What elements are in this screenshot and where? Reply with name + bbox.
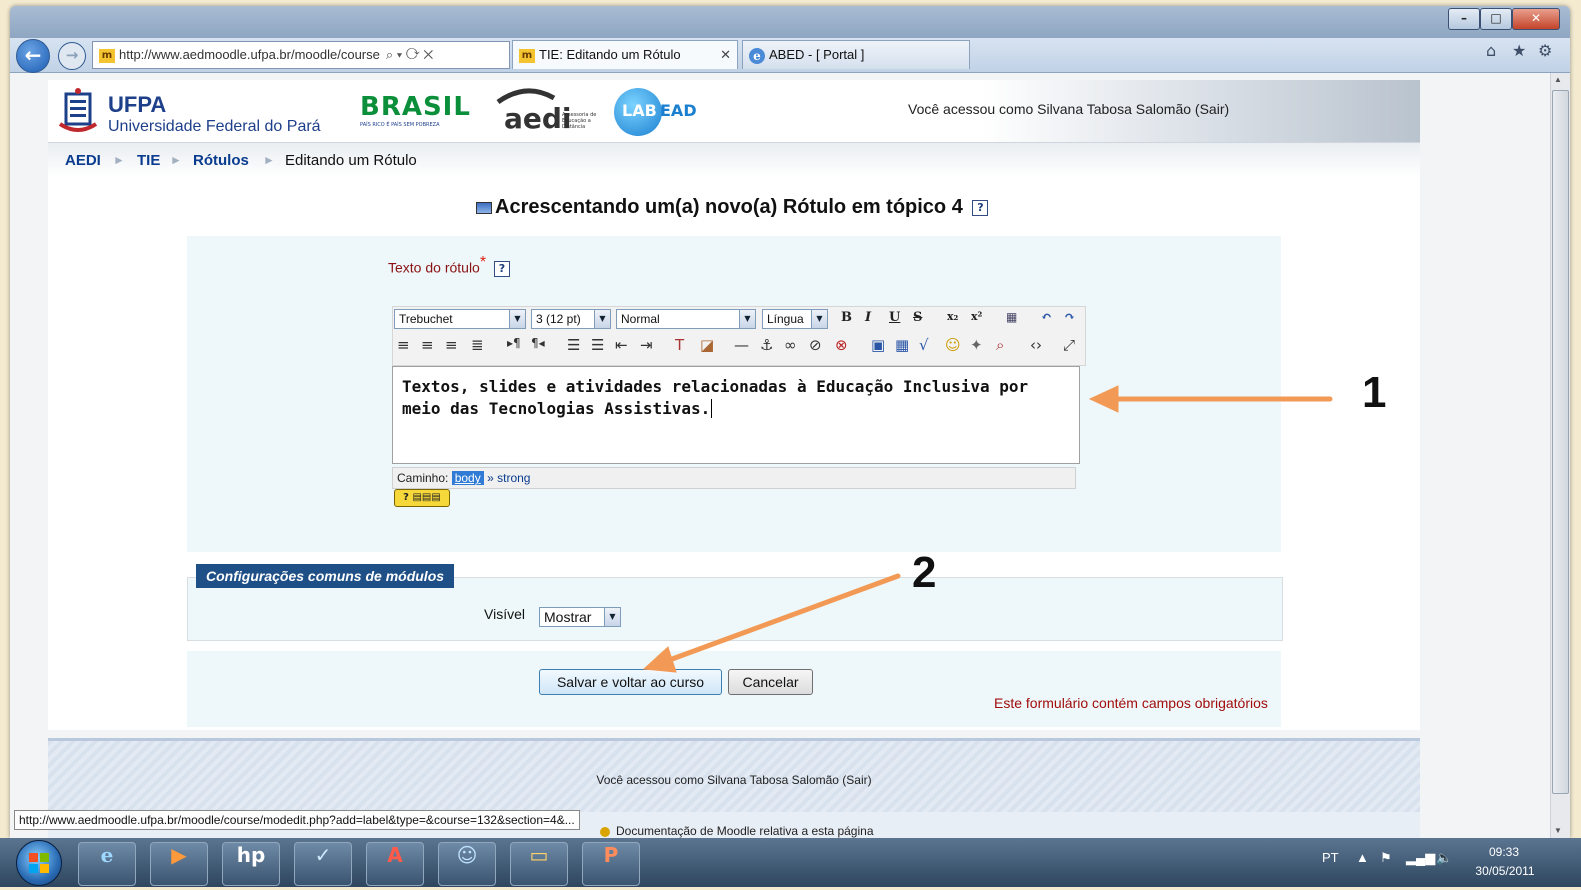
start-button[interactable]	[16, 840, 62, 886]
annotation-arrow-2-head	[642, 646, 677, 673]
annotation-number-2: 2	[912, 548, 937, 597]
taskbar-users-icon[interactable]: ☺	[438, 842, 496, 886]
tray-flag-icon[interactable]: ⚑	[1380, 850, 1392, 866]
annotation-arrow-1-head	[1088, 385, 1119, 413]
clock-time[interactable]: 09:33	[1474, 845, 1534, 859]
clock-date[interactable]: 30/05/2011	[1470, 864, 1540, 878]
taskbar-hp-icon[interactable]: hp	[222, 842, 280, 886]
taskbar-media-icon[interactable]: ▶	[150, 842, 208, 886]
volume-icon[interactable]: 🔈	[1436, 850, 1452, 866]
annotation-arrows	[642, 385, 1333, 673]
taskbar-folder-icon[interactable]: ▭	[510, 842, 568, 886]
taskbar-check-icon[interactable]: ✓	[294, 842, 352, 886]
taskbar-ie-icon[interactable]: e	[78, 842, 136, 886]
annotation-arrow-2-shaft	[661, 573, 901, 665]
network-icon[interactable]: ▂▄▆	[1406, 850, 1435, 866]
annotation-number-1: 1	[1362, 368, 1387, 417]
language-indicator[interactable]: PT	[1322, 850, 1339, 865]
tray-arrow-icon[interactable]: ▲	[1356, 850, 1369, 865]
taskbar-acrobat-icon[interactable]: A	[366, 842, 424, 886]
taskbar-powerpoint-icon[interactable]: P	[582, 842, 640, 886]
